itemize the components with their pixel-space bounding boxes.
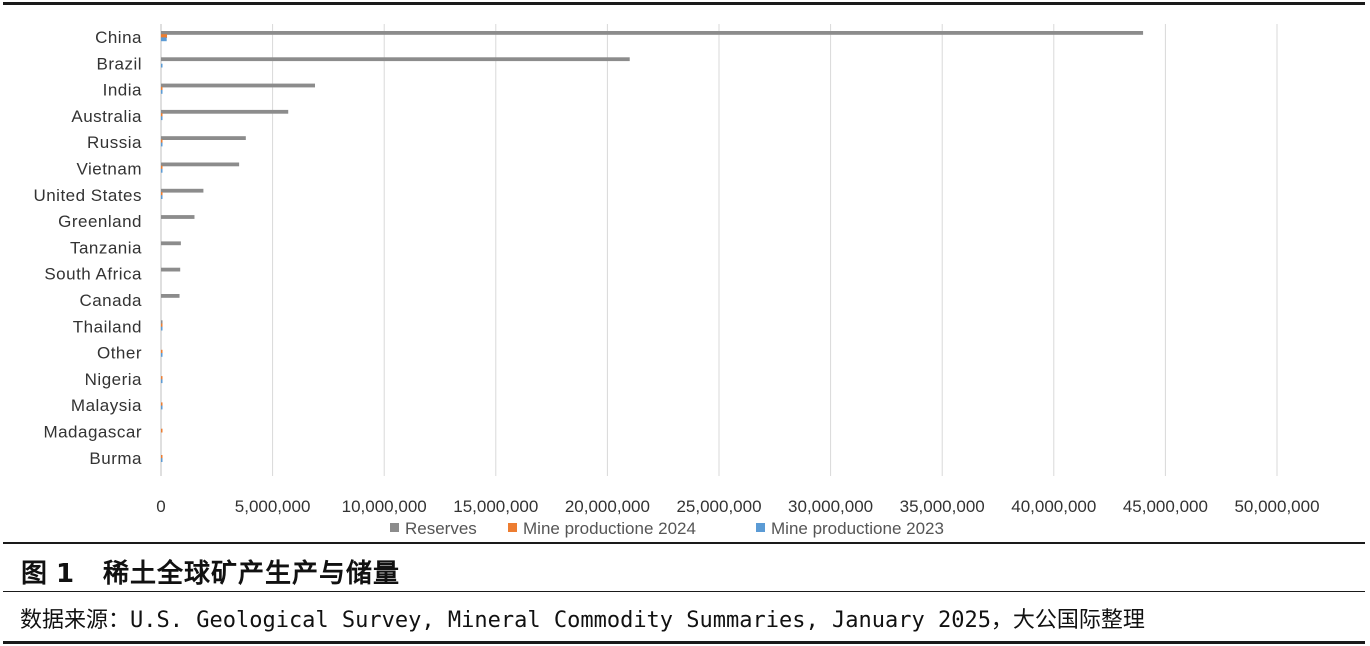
bar-mine-productione-2023: [161, 142, 163, 147]
x-tick-label: 30,000,000: [788, 497, 873, 516]
bars: [161, 31, 1144, 462]
legend-label: Mine productione 2024: [523, 519, 696, 538]
legend-swatch: [756, 523, 765, 532]
source-note: 数据来源：U.S. Geological Survey, Mineral Com…: [20, 608, 1145, 633]
legend-label: Reserves: [405, 519, 477, 538]
legend-label: Mine productione 2023: [771, 519, 944, 538]
legend-swatch: [390, 523, 399, 532]
bar-reserves: [161, 109, 289, 114]
bar-mine-productione-2023: [161, 168, 163, 173]
figure-title: 稀土全球矿产生产与储量: [103, 559, 401, 589]
x-tick-label: 15,000,000: [453, 497, 538, 516]
category-label: South Africa: [44, 265, 142, 284]
x-axis-ticks: 0 5,000,000 10,000,000 15,000,000 20,000,000…: [156, 497, 1319, 516]
bar-mine-productione-2023: [161, 379, 163, 384]
category-label: Russia: [87, 133, 142, 152]
bar-reserves: [161, 57, 630, 62]
category-label: Other: [97, 344, 142, 363]
category-label: Canada: [79, 291, 142, 310]
bar-mine-productione-2023: [161, 37, 167, 42]
category-label: Madagascar: [43, 423, 142, 442]
category-label: Nigeria: [85, 370, 142, 389]
category-label: Brazil: [96, 54, 142, 73]
bar-reserves: [161, 241, 181, 246]
category-label: United States: [33, 186, 142, 205]
x-tick-label: 25,000,000: [676, 497, 761, 516]
category-label: China: [95, 28, 142, 47]
legend: Reserves Mine productione 2024 Mine produc…: [390, 519, 944, 538]
x-tick-label: 10,000,000: [342, 497, 427, 516]
bar-mine-productione-2024: [161, 428, 163, 433]
x-tick-label: 35,000,000: [900, 497, 985, 516]
category-label: Vietnam: [76, 160, 142, 179]
category-label: Tanzania: [70, 238, 142, 257]
bar-reserves: [161, 83, 316, 88]
x-tick-label: 50,000,000: [1234, 497, 1319, 516]
bar-chart: China Brazil India Australia Russia Vietnam Un…: [33, 24, 1320, 538]
gridlines: [160, 24, 1278, 476]
x-tick-label: 0: [156, 497, 165, 516]
category-labels: China Brazil India Australia Russia Vietnam Un…: [33, 28, 142, 468]
bar-mine-productione-2023: [161, 326, 163, 331]
bar-reserves: [161, 267, 181, 272]
bar-reserves: [161, 162, 240, 167]
category-label: Greenland: [58, 212, 142, 231]
legend-swatch: [508, 523, 517, 532]
x-tick-label: 40,000,000: [1011, 497, 1096, 516]
bar-mine-productione-2023: [161, 63, 163, 68]
bar-mine-productione-2023: [161, 90, 163, 94]
x-tick-label: 45,000,000: [1123, 497, 1208, 516]
category-label: Australia: [71, 107, 142, 126]
bar-mine-productione-2023: [161, 458, 163, 462]
bar-mine-productione-2023: [161, 405, 163, 410]
bar-reserves: [161, 31, 1144, 35]
category-label: Malaysia: [71, 396, 142, 415]
bar-reserves: [161, 136, 246, 140]
figure-number: 图 1: [21, 559, 75, 589]
caption-bar: 图 1 稀土全球矿产生产与储量: [3, 542, 1365, 592]
x-tick-label: 5,000,000: [235, 497, 311, 516]
category-label: Thailand: [73, 317, 142, 336]
category-label: Burma: [89, 449, 142, 468]
bar-mine-productione-2023: [161, 116, 163, 121]
bar-reserves: [161, 294, 180, 298]
bar-mine-productione-2023: [161, 195, 163, 199]
bar-mine-productione-2023: [161, 353, 163, 357]
x-tick-label: 20,000,000: [565, 497, 650, 516]
bar-reserves: [161, 215, 195, 219]
category-label: India: [103, 81, 142, 100]
bar-reserves: [161, 188, 204, 193]
